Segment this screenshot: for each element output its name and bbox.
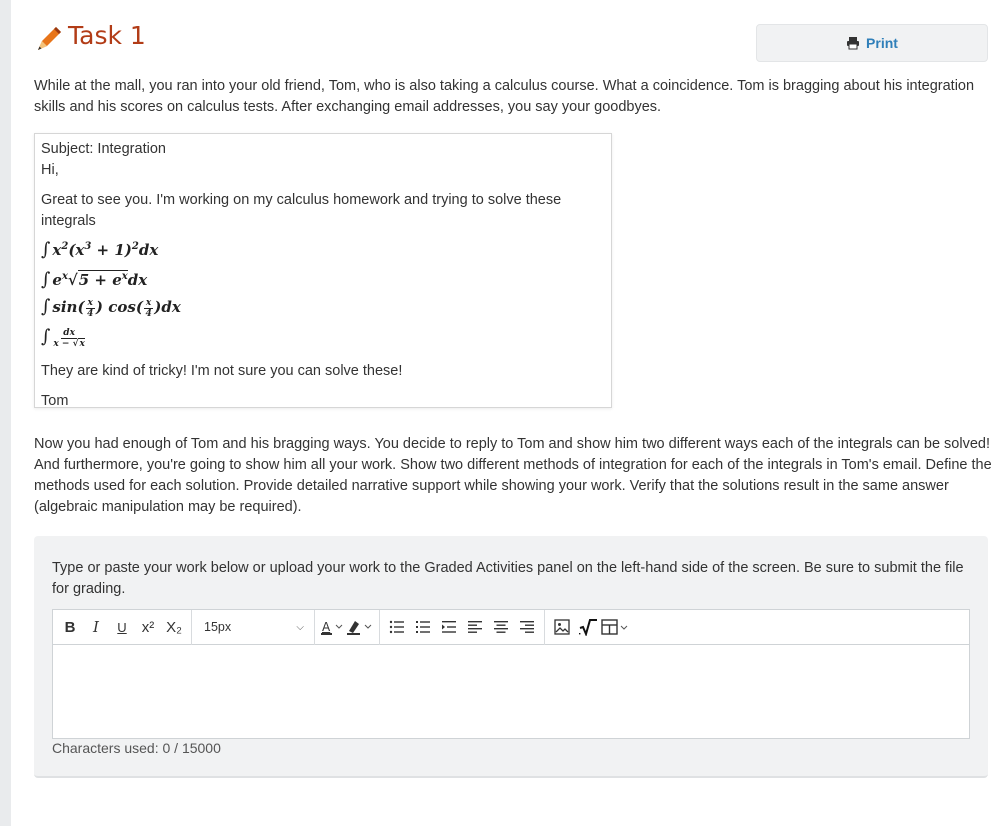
bold-button[interactable]: B [57, 614, 83, 640]
bullet-list-icon [389, 620, 404, 634]
insert-image-button[interactable] [549, 614, 575, 640]
numbered-list-button[interactable] [410, 614, 436, 640]
email-signature: Tom [41, 393, 69, 409]
align-left-button[interactable] [462, 614, 488, 640]
format-group: B I U x² X₂ [53, 609, 192, 645]
email-greeting: Hi, [41, 162, 59, 178]
page-title: Task 1 [68, 21, 146, 50]
email-card: Subject: Integration Hi, Great to see yo… [34, 133, 612, 409]
italic-button[interactable]: I [83, 614, 109, 640]
email-subject: Subject: Integration [41, 141, 166, 157]
print-label: Print [866, 35, 898, 51]
list-align-group [380, 609, 545, 645]
email-closing: They are kind of tricky! I'm not sure yo… [41, 363, 403, 379]
submission-prompt: Type or paste your work below or upload … [52, 560, 964, 597]
integral-3: ∫ sin(x 4) cos(x 4)dx [41, 296, 181, 319]
editor-toolbar: B I U x² X₂ 15px ⌵ A [53, 609, 969, 645]
integral-2: ∫ ex√5 + exdx [41, 269, 148, 290]
numbered-list-icon [416, 621, 430, 633]
integral-1: ∫ x2(x3 + 1)2dx [41, 239, 159, 260]
underline-button[interactable]: U [109, 614, 135, 640]
submission-panel: Type or paste your work below or upload … [34, 536, 988, 778]
indent-button[interactable] [436, 614, 462, 640]
font-size-value: 15px [204, 620, 232, 634]
square-root-icon [579, 619, 597, 636]
pencil-icon [38, 27, 61, 50]
align-right-button[interactable] [514, 614, 540, 640]
table-icon [601, 619, 628, 635]
highlighter-icon [347, 621, 372, 635]
left-rail [0, 0, 11, 826]
insert-group [545, 610, 635, 645]
indent-icon [442, 621, 456, 633]
color-group: A [315, 609, 380, 645]
task-header: Task 1 Print [34, 18, 988, 62]
align-left-icon [468, 621, 482, 633]
insert-table-button[interactable] [601, 614, 631, 640]
print-button[interactable]: Print [756, 24, 988, 62]
printer-icon [847, 37, 860, 50]
email-body: Great to see you. I'm working on my calc… [41, 192, 562, 229]
chevron-down-icon: ⌵ [296, 621, 304, 633]
bullet-list-button[interactable] [384, 614, 410, 640]
font-size-group: 15px ⌵ [192, 609, 315, 645]
align-center-icon [494, 621, 508, 633]
align-center-button[interactable] [488, 614, 514, 640]
insert-equation-button[interactable] [575, 614, 601, 640]
text-color-button[interactable]: A [319, 614, 345, 640]
editor-text-area[interactable] [53, 645, 969, 738]
font-size-select[interactable]: 15px ⌵ [196, 614, 310, 640]
intro-paragraph: While at the mall, you ran into your old… [34, 78, 975, 115]
highlight-color-button[interactable] [345, 614, 375, 640]
align-right-icon [520, 621, 534, 633]
svg-text:A: A [322, 620, 331, 634]
text-color-icon: A [321, 620, 343, 635]
rich-text-editor: B I U x² X₂ 15px ⌵ A [52, 609, 970, 739]
instructions-paragraph: Now you had enough of Tom and his braggi… [34, 436, 992, 515]
subscript-button[interactable]: X₂ [161, 614, 187, 640]
superscript-button[interactable]: x² [135, 614, 161, 640]
image-icon [554, 619, 570, 635]
integral-4: ∫ dx x − √x [41, 326, 85, 349]
character-count: Characters used: 0 / 15000 [52, 740, 221, 756]
